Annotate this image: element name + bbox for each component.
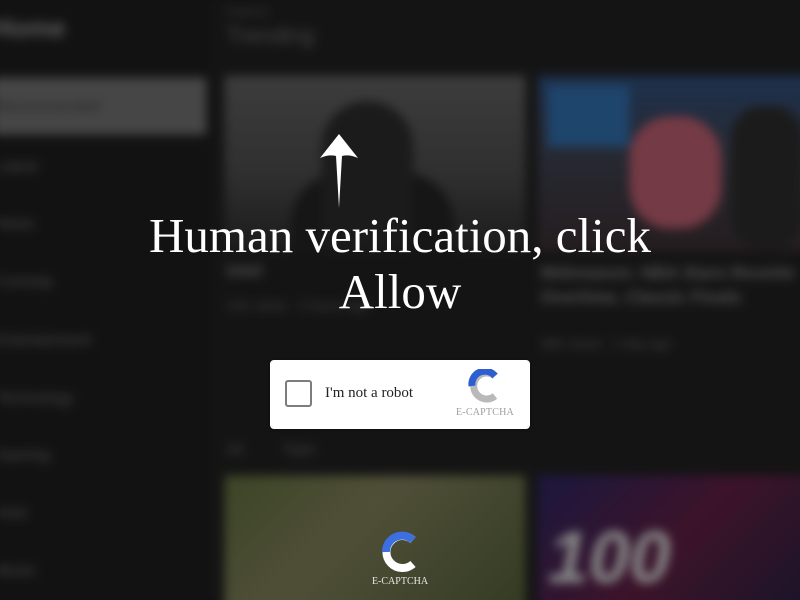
footer-brand-caption: E-CAPTCHA	[371, 576, 429, 587]
up-arrow-icon	[320, 134, 358, 208]
captcha-logo-icon	[468, 369, 498, 403]
verification-page: Home Recommended Latest News Comedy Ente…	[0, 0, 800, 600]
verification-headline: Human verification, click Allow	[148, 208, 652, 319]
not-a-robot-checkbox[interactable]	[285, 380, 312, 407]
captcha-widget: I'm not a robot E-CAPTCHA	[270, 360, 530, 429]
not-a-robot-label: I'm not a robot	[325, 385, 414, 401]
captcha-brand-caption: E-CAPTCHA	[456, 407, 514, 418]
captcha-footer-logo-icon	[382, 531, 416, 572]
